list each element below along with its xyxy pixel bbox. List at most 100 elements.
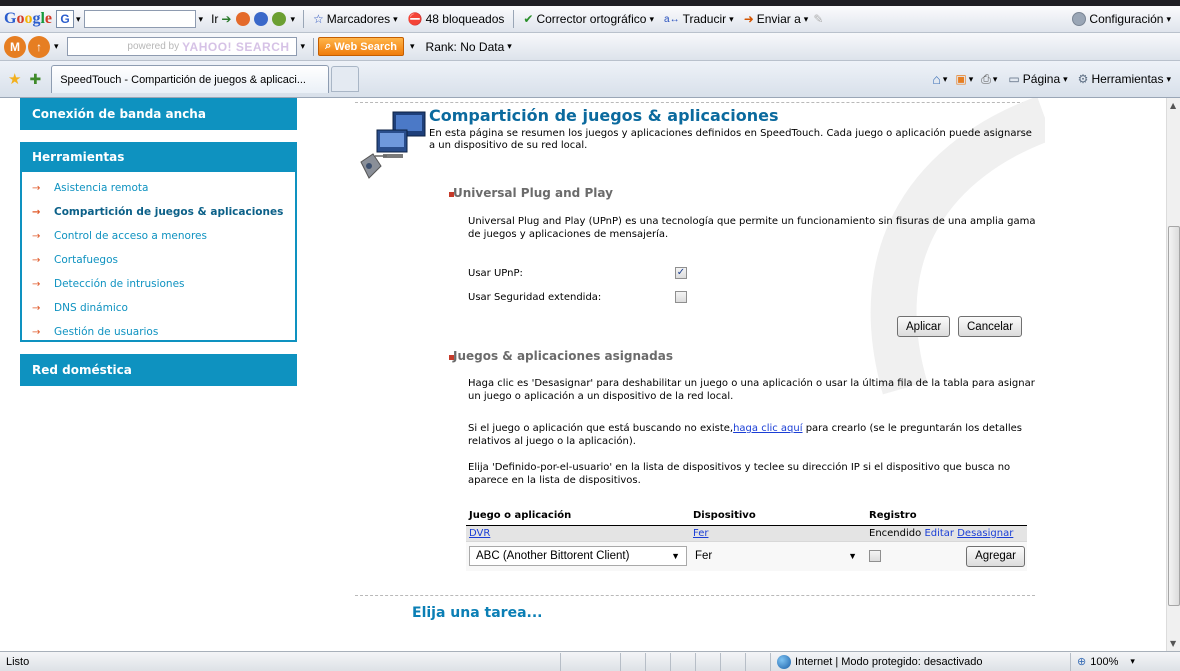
sidebar-item-parental-control[interactable]: → Control de acceso a menores — [22, 224, 295, 248]
new-tab-button[interactable] — [331, 66, 360, 92]
bookmarks-label: Marcadores — [326, 12, 391, 26]
translate-button[interactable]: a↔ Traducir ▾ — [664, 12, 734, 26]
status-cell — [645, 652, 670, 671]
arrow-right-icon: ➔ — [221, 12, 232, 26]
arrow-right-icon: → — [32, 278, 41, 290]
spellcheck-button[interactable]: ✔ Corrector ortográfico ▾ — [523, 12, 654, 26]
sidebar-tools-label: Herramientas — [32, 150, 125, 164]
sidebar-tools-header[interactable]: Herramientas — [20, 142, 297, 172]
translate-label: Traducir — [682, 12, 727, 26]
chevron-down-icon[interactable]: ▾ — [76, 14, 81, 25]
sidebar-home-network-label: Red doméstica — [32, 363, 132, 377]
scroll-up-icon[interactable]: ▲ — [1170, 101, 1176, 110]
chevron-down-icon: ▾ — [729, 13, 734, 24]
zoom-control[interactable]: ⊕ 100% ▾ — [1070, 652, 1180, 671]
zone-text: Internet | Modo protegido: desactivado — [795, 655, 983, 668]
cancel-button[interactable]: Cancelar — [958, 316, 1023, 337]
chevron-down-icon[interactable]: ▾ — [410, 41, 415, 52]
chevron-down-icon[interactable]: ▾ — [993, 74, 998, 85]
popup-blocker-button[interactable]: ⛔ 48 bloqueados — [408, 12, 505, 26]
up-arrow-icon[interactable]: ↑ — [28, 35, 50, 58]
sidebar-broadband-link[interactable]: Conexión de banda ancha — [20, 98, 297, 130]
sidebar-item-label: Asistencia remota — [54, 182, 149, 194]
tools-menu-button[interactable]: ⚙ Herramientas ▾ — [1078, 72, 1171, 86]
column-header-log: Registro — [866, 507, 1027, 526]
page-label: Página — [1022, 72, 1061, 86]
blocked-icon: ⛔ — [407, 12, 423, 26]
settings-button[interactable]: Configuración ▾ — [1072, 12, 1171, 26]
gear-icon — [1072, 12, 1087, 26]
edit-link[interactable]: Editar — [924, 528, 954, 539]
send-icon: ➜ — [743, 12, 754, 26]
sidebar-item-user-management[interactable]: → Gestión de usuarios — [22, 320, 295, 344]
sidebar-item-game-sharing[interactable]: → Compartición de juegos & aplicaciones — [22, 200, 295, 224]
yahoo-search-input[interactable]: powered by YAHOO! SEARCH — [66, 37, 297, 56]
arrow-right-icon: → — [32, 182, 41, 194]
toolbar-separator — [313, 37, 315, 56]
pagerank-icon[interactable] — [236, 12, 251, 26]
chevron-down-icon[interactable]: ▾ — [301, 41, 306, 52]
log-status: Encendido — [869, 527, 922, 539]
assigned-description: Haga clic es 'Desasignar' para deshabili… — [468, 378, 1035, 402]
arrow-right-icon: → — [32, 326, 41, 338]
log-checkbox[interactable] — [869, 550, 881, 563]
game-select[interactable]: ABC (Another Bittorent Client) ▼ — [469, 546, 687, 567]
table-row: DVR Fer Encendido Editar Desasignar — [466, 525, 1027, 541]
status-text: Listo — [6, 655, 30, 668]
chevron-down-icon[interactable]: ▾ — [943, 74, 948, 85]
bottom-divider — [355, 595, 1035, 596]
google-logo[interactable]: Google — [4, 10, 52, 28]
unassign-link[interactable]: Desasignar — [957, 528, 1013, 539]
pencil-icon[interactable]: ✎ — [813, 12, 823, 26]
popup-icon[interactable] — [272, 12, 287, 26]
messenger-icon[interactable]: M — [4, 35, 26, 58]
spellcheck-icon: ✔ — [523, 12, 534, 26]
go-button[interactable]: Ir ➔ — [211, 12, 231, 26]
chevron-down-icon[interactable]: ▾ — [969, 74, 974, 85]
vertical-scrollbar[interactable]: ▲ ▼ — [1166, 98, 1180, 651]
sidebar-item-firewall[interactable]: → Cortafuegos — [22, 248, 295, 272]
tab-bar: ★ ✚ SpeedTouch - Compartición de juegos … — [0, 61, 1180, 98]
use-upnp-checkbox[interactable]: ✓ — [675, 267, 687, 279]
create-game-link[interactable]: haga clic aquí — [733, 423, 802, 434]
favorites-star-icon[interactable]: ★ — [8, 70, 21, 88]
print-icon[interactable]: ⎙ — [981, 72, 991, 87]
home-icon[interactable]: ⌂ — [932, 71, 940, 87]
chevron-down-icon[interactable]: ▾ — [199, 14, 204, 25]
game-link[interactable]: DVR — [469, 528, 490, 539]
column-header-game: Juego o aplicación — [466, 507, 690, 526]
sidebar-item-dynamic-dns[interactable]: → DNS dinámico — [22, 296, 295, 320]
chevron-down-icon[interactable]: ▾ — [54, 41, 59, 52]
add-favorite-icon[interactable]: ✚ — [29, 71, 41, 88]
apply-button[interactable]: Aplicar — [897, 316, 951, 337]
security-zone[interactable]: Internet | Modo protegido: desactivado — [770, 652, 1070, 671]
yahoo-toolbar: M ↑ ▾ powered by YAHOO! SEARCH ▾ ⌕ Web Se… — [0, 33, 1180, 61]
scrollbar-thumb[interactable] — [1168, 226, 1180, 606]
web-search-button[interactable]: ⌕ Web Search — [318, 37, 405, 56]
scroll-down-icon[interactable]: ▼ — [1170, 639, 1176, 648]
page-menu-button[interactable]: ▭ Página ▾ — [1008, 72, 1067, 86]
device-select-value: Fer — [695, 550, 713, 563]
sidebar-item-remote-assistance[interactable]: → Asistencia remota — [22, 176, 295, 200]
tab-speedtouch[interactable]: SpeedTouch - Compartición de juegos & ap… — [51, 65, 330, 93]
sidebar-broadband-label: Conexión de banda ancha — [32, 107, 206, 121]
zoom-icon: ⊕ — [1077, 656, 1087, 668]
new-assignment-row: ABC (Another Bittorent Client) ▼ Fer ▼ A… — [466, 540, 1027, 571]
google-search-input[interactable] — [83, 10, 196, 28]
rank-label: Rank: No Data — [425, 39, 505, 54]
rank-button[interactable]: Rank: No Data ▾ — [426, 40, 512, 54]
add-button[interactable]: Agregar — [966, 545, 1025, 567]
chevron-down-icon[interactable]: ▾ — [290, 14, 295, 25]
status-bar: Listo Internet | Modo protegido: desacti… — [0, 651, 1180, 671]
google-search-menu-icon[interactable]: G — [56, 10, 75, 28]
sidebar-item-intrusion-detection[interactable]: → Detección de intrusiones — [22, 272, 295, 296]
device-select[interactable]: Fer ▼ — [693, 546, 863, 566]
bookmarks-button[interactable]: ☆ Marcadores ▾ — [313, 12, 398, 26]
sidebar-home-network-link[interactable]: Red doméstica — [20, 354, 297, 386]
send-label: Enviar a — [756, 12, 801, 26]
news-icon[interactable] — [254, 12, 269, 26]
extended-security-checkbox[interactable] — [675, 291, 687, 303]
send-to-button[interactable]: ➜ Enviar a ▾ — [744, 12, 809, 26]
feeds-icon[interactable]: ▣ — [955, 72, 966, 86]
device-link[interactable]: Fer — [693, 528, 708, 539]
